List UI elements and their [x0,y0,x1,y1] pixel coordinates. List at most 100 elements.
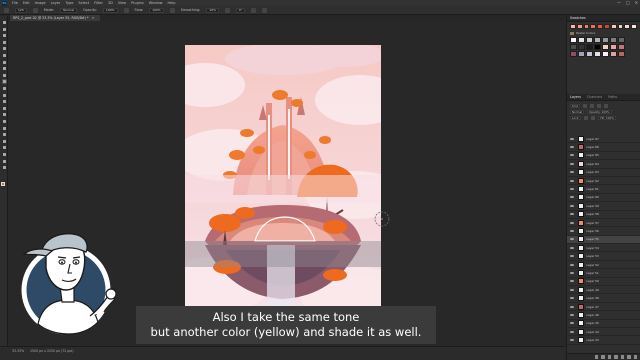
color-swatch[interactable] [570,37,577,43]
menu-type[interactable]: Type [65,1,73,5]
mode-select[interactable]: Normal [60,7,77,13]
visibility-eye-icon[interactable] [570,271,574,274]
layer-row[interactable]: Layer 43 [567,336,640,345]
color-swatch[interactable] [610,37,617,43]
frame-tool-icon[interactable] [2,60,7,65]
color-swatch[interactable] [570,24,576,29]
filter-type-icon[interactable] [597,104,602,108]
visibility-eye-icon[interactable] [570,255,574,258]
color-swatch[interactable] [594,51,601,57]
layer-row[interactable]: Layer 65 [567,152,640,161]
type-tool-icon[interactable] [2,132,7,137]
foreground-color-swatch[interactable] [1,182,5,186]
tab-paths[interactable]: Paths [608,95,617,99]
rectangle-tool-icon[interactable] [2,145,7,150]
tab-swatches[interactable]: Swatches [570,16,586,20]
layer-row[interactable]: Layer 45 [567,320,640,328]
pressure-opacity-icon[interactable] [123,7,129,13]
menu-layer[interactable]: Layer [51,1,61,5]
menu-filter[interactable]: Filter [94,1,103,5]
visibility-eye-icon[interactable] [570,313,574,316]
tab-layers[interactable]: Layers [570,95,581,99]
lasso-tool-icon[interactable] [2,40,7,45]
color-swatch[interactable] [586,44,593,50]
layer-fill-field[interactable]: Fill: 100% [598,116,616,120]
menu-image[interactable]: Image [35,1,46,5]
visibility-eye-icon[interactable] [570,305,574,308]
eraser-tool-icon[interactable] [2,99,7,104]
visibility-eye-icon[interactable] [570,221,574,224]
visibility-eye-icon[interactable] [570,238,574,241]
layer-row[interactable]: Layer 51 [567,269,640,278]
color-swatch[interactable] [578,44,585,50]
menu-window[interactable]: Window [149,1,163,5]
more-tools-tool-icon[interactable] [2,165,7,170]
color-swatch[interactable] [590,24,597,29]
lock-pixels-icon[interactable] [584,116,589,120]
layer-style-icon[interactable] [601,355,605,359]
gradient-tool-icon[interactable] [2,106,7,111]
adjustment-layer-icon[interactable] [614,355,618,359]
airbrush-icon[interactable] [169,7,175,13]
color-swatch[interactable] [602,37,609,43]
color-swatch[interactable] [586,51,593,57]
visibility-eye-icon[interactable] [570,263,574,266]
visibility-eye-icon[interactable] [570,322,574,325]
color-swatch[interactable] [602,51,609,57]
close-document-icon[interactable]: × [92,16,95,20]
color-swatch[interactable] [603,24,610,29]
symmetry-icon[interactable] [262,7,268,13]
color-swatch[interactable] [578,51,585,57]
add-mask-icon[interactable] [607,355,611,359]
layer-row[interactable]: Layer 54 [567,244,640,253]
document-info[interactable]: 1500 px x 2250 px (72 ppi) [30,349,73,353]
layer-row[interactable]: Layer 67 [567,135,640,144]
lock-position-icon[interactable] [591,116,596,120]
visibility-eye-icon[interactable] [570,229,574,232]
tab-channels[interactable]: Channels [587,95,602,99]
visibility-eye-icon[interactable] [570,339,574,342]
quick-select-tool-icon[interactable] [2,46,7,51]
marquee-tool-icon[interactable] [2,33,7,38]
smoothing-field[interactable]: 10% [206,7,219,13]
color-swatch[interactable] [597,24,603,29]
layer-row[interactable]: Layer 57 [567,219,640,228]
layer-row[interactable]: Layer 64 [567,160,640,169]
smoothing-settings-icon[interactable] [224,7,230,13]
menu-view[interactable]: View [118,1,126,5]
filter-shape-icon[interactable] [604,104,609,108]
color-swatch[interactable] [578,37,585,43]
delete-layer-icon[interactable] [633,355,637,359]
color-swatch[interactable] [610,44,617,50]
color-swatch[interactable] [618,37,625,43]
visibility-eye-icon[interactable] [570,288,574,291]
menu-select[interactable]: Select [78,1,89,5]
layer-row[interactable]: Layer 52 [567,261,640,270]
color-swatch[interactable] [602,44,609,50]
filter-pixel-icon[interactable] [583,104,588,108]
layer-filter-kind[interactable]: Kind [570,104,581,108]
brush-tool-icon[interactable] [1,79,7,85]
layer-row[interactable]: Layer 63 [567,169,640,177]
filter-adjustment-icon[interactable] [590,104,595,108]
brush-angle-field[interactable]: 0° [235,7,246,13]
color-swatch[interactable] [570,44,577,50]
document-canvas[interactable] [185,45,381,337]
eyedropper-tool-icon[interactable] [2,66,7,71]
color-swatch[interactable] [624,24,631,29]
layer-row[interactable]: Layer 44 [567,328,640,337]
menu-help[interactable]: Help [168,1,176,5]
layer-row[interactable]: Layer 55 [567,235,640,245]
layer-row[interactable]: Layer 61 [567,185,640,194]
brush-size-field[interactable]: 125 [15,7,27,13]
color-swatch[interactable] [570,51,577,57]
visibility-eye-icon[interactable] [570,137,574,140]
link-layers-icon[interactable] [594,355,598,359]
visibility-eye-icon[interactable] [570,179,574,182]
zoom-level[interactable]: 33.33% [12,349,24,353]
clone-stamp-tool-icon[interactable] [2,86,7,91]
visibility-eye-icon[interactable] [570,196,574,199]
menu-3d[interactable]: 3D [108,1,113,5]
color-swatch[interactable] [618,51,625,57]
brush-tool-icon[interactable] [4,7,9,13]
